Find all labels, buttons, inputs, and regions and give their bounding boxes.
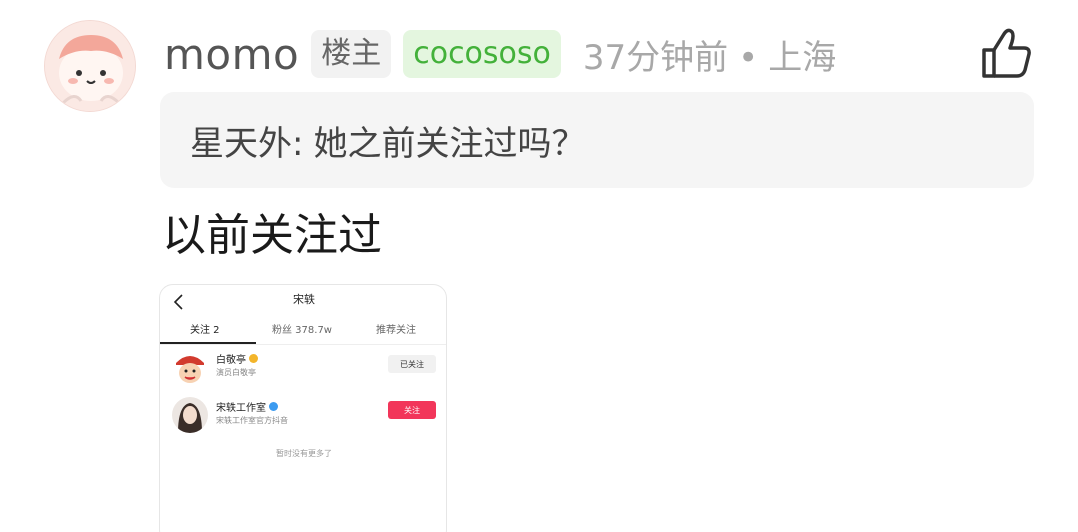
user-name-text: 白敬亭 xyxy=(216,355,246,366)
comment-meta: 37分钟前 • 上海 xyxy=(583,30,836,79)
attached-screenshot[interactable]: 宋轶 关注 2 粉丝 378.7w 推荐关注 白敬亭 演员白敬亭 已关注 宋轶工… xyxy=(159,284,447,532)
tab-fans[interactable]: 粉丝 378.7w xyxy=(272,321,332,336)
comment-card: momo 楼主 cocososo 37分钟前 • 上海 星天外: 她之前关注过吗？ … xyxy=(0,0,1078,532)
username[interactable]: momo xyxy=(164,30,299,79)
thumbs-up-icon xyxy=(982,28,1031,78)
user-name: 宋轶工作室 xyxy=(216,399,278,414)
portrait-icon xyxy=(172,397,208,433)
no-more-text: 暂时没有更多了 xyxy=(276,449,332,458)
cartoon-avatar-icon xyxy=(45,21,135,111)
user-avatar[interactable] xyxy=(172,397,208,433)
user-avatar[interactable] xyxy=(172,349,208,385)
list-item[interactable]: 白敬亭 演员白敬亭 已关注 xyxy=(160,347,446,391)
followed-button[interactable]: 已关注 xyxy=(388,355,436,373)
user-description: 演员白敬亭 xyxy=(216,368,256,377)
timestamp: 37分钟前 xyxy=(582,37,729,78)
comment-text: 以前关注过 xyxy=(162,210,382,261)
op-badge: 楼主 xyxy=(311,30,392,78)
quoted-reply[interactable]: 星天外: 她之前关注过吗？ xyxy=(160,92,1034,188)
verified-icon xyxy=(269,402,278,411)
follow-button[interactable]: 关注 xyxy=(388,401,436,419)
tab-divider xyxy=(160,344,446,345)
avatar[interactable] xyxy=(44,20,136,112)
meta-separator: • xyxy=(738,37,759,78)
like-button[interactable] xyxy=(978,26,1034,80)
tab-recommended[interactable]: 推荐关注 xyxy=(376,321,416,336)
comment-header: momo 楼主 cocososo 37分钟前 • 上海 xyxy=(164,26,836,82)
location: 上海 xyxy=(768,37,837,78)
profile-title: 宋轶 xyxy=(293,293,315,306)
user-description: 宋轶工作室官方抖音 xyxy=(216,416,288,425)
quote-author: 星天外: xyxy=(190,123,304,164)
user-tag-badge: cocososo xyxy=(403,30,561,78)
user-name-text: 宋轶工作室 xyxy=(216,403,266,414)
user-name: 白敬亭 xyxy=(216,351,258,366)
cartoon-face-icon xyxy=(172,349,208,385)
tab-following[interactable]: 关注 2 xyxy=(190,321,220,336)
quote-text: 她之前关注过吗？ xyxy=(313,123,586,164)
list-item[interactable]: 宋轶工作室 宋轶工作室官方抖音 关注 xyxy=(160,395,446,439)
verified-icon xyxy=(249,354,258,363)
